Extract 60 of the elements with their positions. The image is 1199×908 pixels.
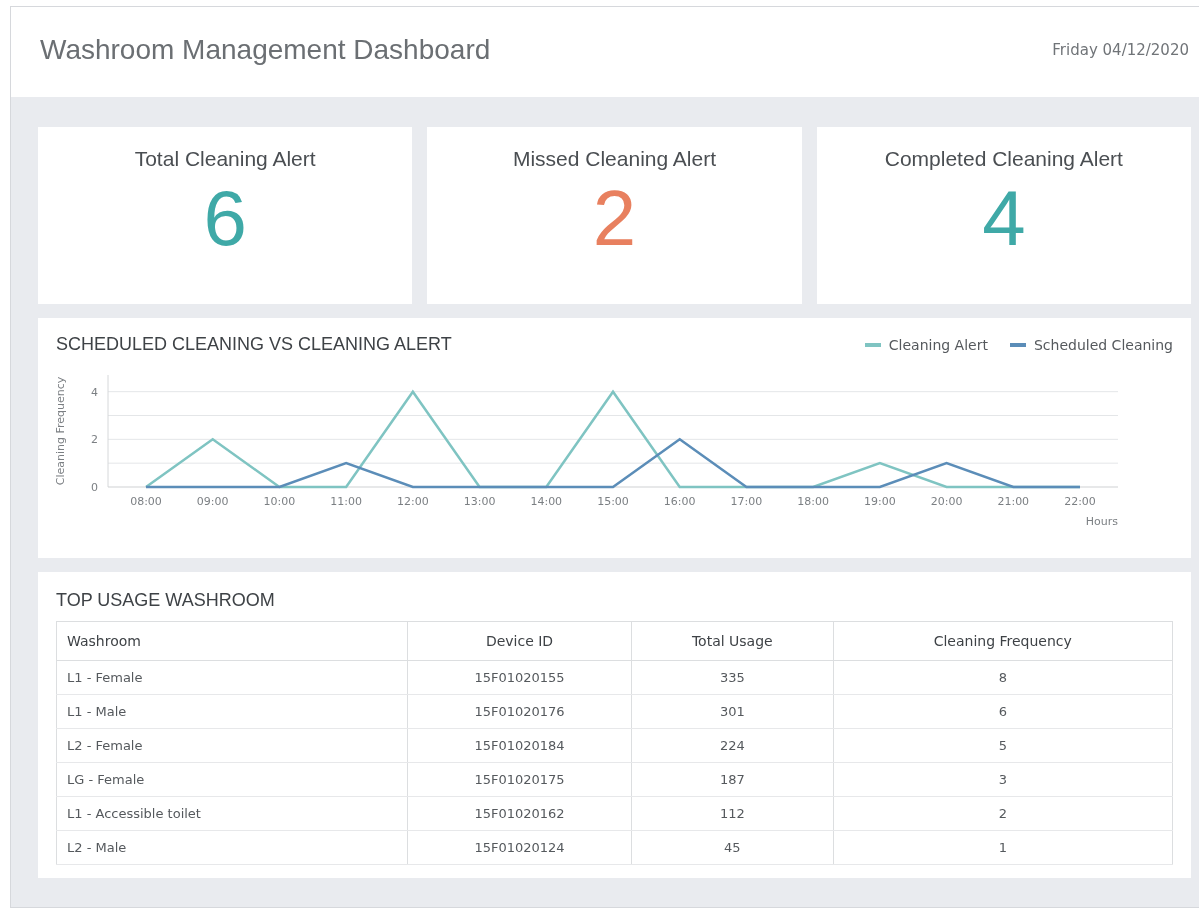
stat-value: 2 bbox=[592, 179, 637, 257]
x-tick-label: 18:00 bbox=[797, 495, 829, 508]
x-tick-label: 08:00 bbox=[130, 495, 162, 508]
x-tick-label: 17:00 bbox=[730, 495, 763, 508]
table-cell: 112 bbox=[631, 796, 834, 831]
x-tick-label: 16:00 bbox=[663, 495, 696, 508]
table-cell: L2 - Female bbox=[56, 728, 408, 763]
x-tick-label: 22:00 bbox=[1064, 495, 1096, 508]
stat-value: 4 bbox=[982, 179, 1026, 257]
dashboard-title: Washroom Management Dashboard bbox=[40, 34, 491, 66]
table-cell: L1 - Male bbox=[56, 694, 408, 729]
stat-value: 6 bbox=[203, 179, 247, 257]
table-cell: 224 bbox=[631, 728, 834, 763]
stat-label: Missed Cleaning Alert bbox=[512, 147, 717, 171]
table-cell: 335 bbox=[631, 660, 834, 695]
x-tick-label: 15:00 bbox=[597, 495, 629, 508]
table-cell: 45 bbox=[631, 830, 834, 865]
x-tick-label: 09:00 bbox=[196, 495, 229, 508]
table-cell: LG - Female bbox=[56, 762, 408, 797]
table-cell: L1 - Female bbox=[56, 660, 408, 695]
table-cell: 301 bbox=[631, 694, 834, 729]
stat-label: Completed Cleaning Alert bbox=[884, 147, 1123, 171]
table-cell: 1 bbox=[833, 830, 1173, 865]
x-axis-label: Hours bbox=[1085, 515, 1118, 528]
table-cell: 8 bbox=[833, 660, 1173, 695]
column-header: Cleaning Frequency bbox=[833, 621, 1173, 661]
table-cell: 187 bbox=[631, 762, 834, 797]
x-tick-label: 20:00 bbox=[930, 495, 963, 508]
column-header: Device ID bbox=[407, 621, 632, 661]
x-tick-label: 12:00 bbox=[397, 495, 429, 508]
legend-label: Cleaning Alert bbox=[888, 336, 988, 353]
table-cell: 6 bbox=[833, 694, 1173, 729]
table-cell: L2 - Male bbox=[56, 830, 408, 865]
x-tick-label: 21:00 bbox=[997, 495, 1030, 508]
column-header: Total Usage bbox=[631, 621, 834, 661]
table-cell: 15F01020176 bbox=[407, 694, 632, 729]
legend-label: Scheduled Cleaning bbox=[1033, 336, 1173, 353]
x-tick-label: 14:00 bbox=[530, 495, 563, 508]
table-cell: 15F01020124 bbox=[407, 830, 632, 865]
table-cell: 15F01020162 bbox=[407, 796, 632, 831]
column-header: Washroom bbox=[56, 621, 408, 661]
y-tick-label: 0 bbox=[91, 481, 98, 494]
table-cell: 5 bbox=[833, 728, 1173, 763]
date-label: Friday 04/12/2020 bbox=[1052, 41, 1189, 59]
table-cell: 2 bbox=[833, 796, 1173, 831]
table-cell: 15F01020155 bbox=[407, 660, 632, 695]
table-cell: 15F01020184 bbox=[407, 728, 632, 763]
y-tick-label: 2 bbox=[91, 433, 98, 447]
table-cell: 3 bbox=[833, 762, 1173, 797]
table-title: TOP USAGE WASHROOM bbox=[56, 590, 276, 611]
stat-label: Total Cleaning Alert bbox=[134, 147, 316, 171]
x-tick-label: 10:00 bbox=[263, 495, 296, 508]
chart-title: SCHEDULED CLEANING VS CLEANING ALERT bbox=[56, 334, 452, 355]
x-tick-label: 11:00 bbox=[330, 495, 362, 508]
table-cell: L1 - Accessible toilet bbox=[56, 796, 408, 831]
y-axis-label: Cleaning Frequency bbox=[54, 376, 67, 486]
table-cell: 15F01020175 bbox=[407, 762, 632, 797]
x-tick-label: 19:00 bbox=[864, 495, 896, 508]
y-tick-label: 4 bbox=[91, 385, 98, 399]
x-tick-label: 13:00 bbox=[463, 495, 496, 508]
